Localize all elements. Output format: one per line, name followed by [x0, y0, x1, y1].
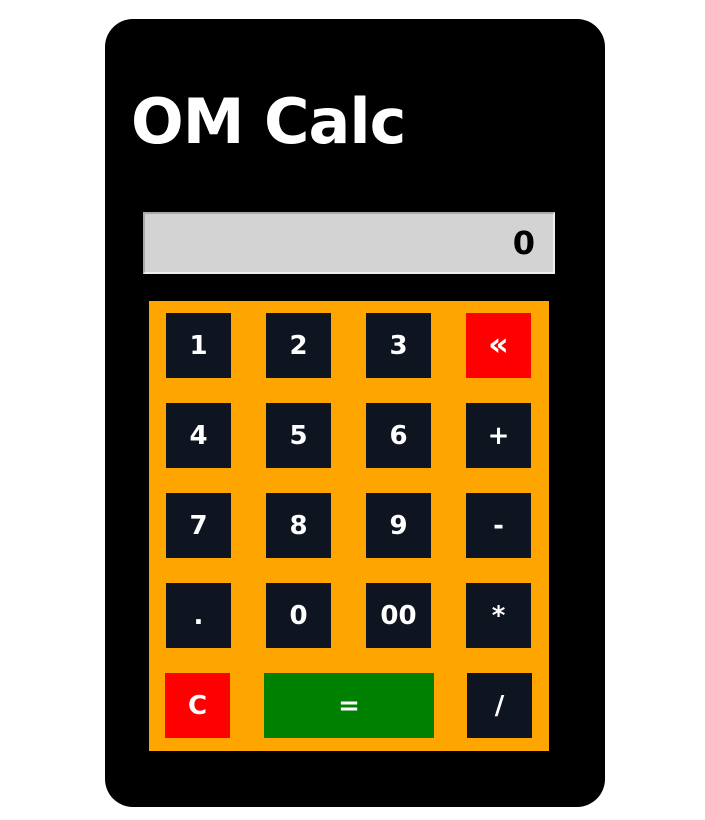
- key-0[interactable]: 0: [266, 583, 331, 648]
- key-6[interactable]: 6: [366, 403, 431, 468]
- key-2[interactable]: 2: [266, 313, 331, 378]
- divide-button[interactable]: /: [467, 673, 532, 738]
- key-3[interactable]: 3: [366, 313, 431, 378]
- result-display[interactable]: [143, 212, 555, 274]
- key-00[interactable]: 00: [366, 583, 431, 648]
- keypad: 1 2 3 « 4 5 6 + 7 8 9 - . 0 00 * C = /: [149, 301, 549, 751]
- double-chevron-left-icon: «: [488, 324, 509, 363]
- plus-button[interactable]: +: [466, 403, 531, 468]
- multiply-button[interactable]: *: [466, 583, 531, 648]
- app-title: OM Calc: [131, 85, 406, 158]
- key-7[interactable]: 7: [166, 493, 231, 558]
- key-9[interactable]: 9: [366, 493, 431, 558]
- calculator-panel: OM Calc 1 2 3 « 4 5 6 + 7 8 9 - . 0 00 *…: [105, 19, 605, 807]
- key-5[interactable]: 5: [266, 403, 331, 468]
- decimal-button[interactable]: .: [166, 583, 231, 648]
- minus-button[interactable]: -: [466, 493, 531, 558]
- key-8[interactable]: 8: [266, 493, 331, 558]
- key-1[interactable]: 1: [166, 313, 231, 378]
- key-4[interactable]: 4: [166, 403, 231, 468]
- backspace-button[interactable]: «: [466, 313, 531, 378]
- equals-button[interactable]: =: [264, 673, 434, 738]
- clear-button[interactable]: C: [165, 673, 230, 738]
